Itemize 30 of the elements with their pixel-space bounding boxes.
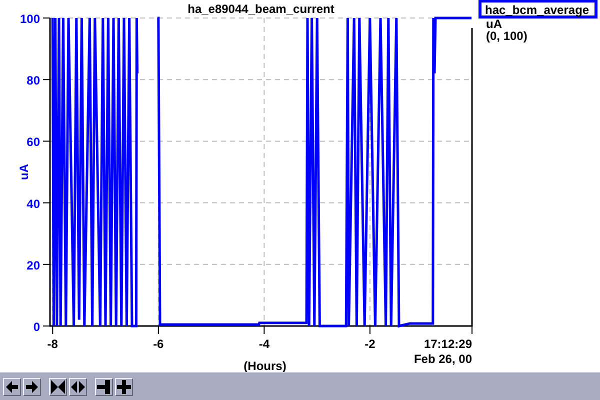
series-label: hac_bcm_average	[485, 3, 590, 17]
y-axis-label: uA	[17, 164, 31, 180]
zoom-button[interactable]	[49, 378, 67, 396]
left-arrow-icon	[5, 380, 19, 394]
x-tick-label: -6	[153, 337, 164, 351]
time-label: 17:12:29	[424, 337, 472, 351]
y-tick-label: 80	[26, 74, 40, 88]
legend-range: (0, 100)	[486, 29, 528, 43]
legend-label: hac_bcm_average	[478, 0, 598, 18]
bar-icon	[97, 380, 111, 394]
x-tick-label: -8	[47, 337, 58, 351]
minus-button[interactable]	[95, 378, 113, 396]
y-tick-label: 60	[26, 135, 40, 150]
left-button[interactable]	[3, 378, 21, 396]
y-tick-label: 40	[26, 196, 40, 211]
zoom-button[interactable]	[69, 378, 87, 396]
plus-button[interactable]	[115, 378, 133, 396]
y-tick-label: 100	[20, 12, 40, 26]
plus-icon	[117, 380, 131, 394]
right-button[interactable]	[23, 378, 41, 396]
chart-title: ha_e89044_beam_current	[188, 2, 334, 16]
legend-unit: uA	[486, 17, 502, 31]
right-arrow-icon	[25, 380, 39, 394]
y-tick-label: 20	[26, 258, 40, 272]
diamond-arrows-icon	[71, 380, 85, 394]
x-tick-label: -4	[258, 337, 270, 351]
y-tick-label: 0	[33, 320, 40, 334]
bowtie-icon	[51, 380, 65, 394]
date-label: Feb 26, 00	[414, 352, 472, 366]
x-tick-label: -2	[364, 337, 376, 351]
